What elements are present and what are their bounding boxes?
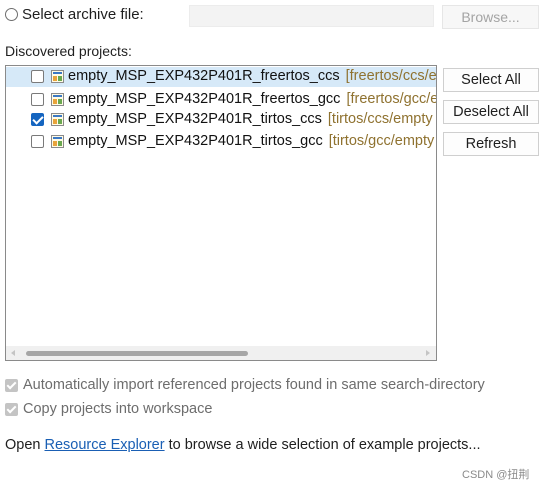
project-name: empty_MSP_EXP432P401R_tirtos_gcc — [68, 133, 323, 149]
list-item[interactable]: empty_MSP_EXP432P401R_tirtos_ccs [tirtos/… — [6, 110, 436, 130]
list-item[interactable]: empty_MSP_EXP432P401R_freertos_gcc [freer… — [6, 90, 437, 110]
project-path: [tirtos/gcc/empty — [328, 133, 435, 149]
project-checkbox[interactable] — [31, 70, 44, 83]
auto-import-label: Automatically import referenced projects… — [23, 377, 485, 393]
browse-button[interactable]: Browse... — [442, 5, 539, 29]
auto-import-checkbox[interactable] — [5, 379, 18, 392]
deselect-all-button[interactable]: Deselect All — [443, 100, 539, 124]
project-name: empty_MSP_EXP432P401R_freertos_gcc — [68, 91, 341, 107]
project-path: [freertos/gcc/e — [346, 91, 437, 107]
project-name: empty_MSP_EXP432P401R_freertos_ccs — [68, 68, 340, 84]
scroll-right-icon[interactable] — [426, 350, 430, 356]
resource-explorer-hint: Open Resource Explorer to browse a wide … — [5, 437, 481, 453]
watermark: CSDN @扭荆 — [462, 469, 530, 481]
select-archive-label: Select archive file: — [22, 6, 144, 23]
project-folder-icon — [51, 135, 64, 148]
project-path: [freertos/ccs/e — [345, 68, 437, 84]
project-folder-icon — [51, 113, 64, 126]
hint-suffix: to browse a wide selection of example pr… — [164, 437, 481, 453]
list-item[interactable]: empty_MSP_EXP432P401R_freertos_ccs [freer… — [6, 67, 437, 87]
project-path: [tirtos/ccs/empty — [327, 111, 433, 127]
project-name: empty_MSP_EXP432P401R_tirtos_ccs — [68, 111, 322, 127]
copy-projects-checkbox[interactable] — [5, 403, 18, 416]
select-archive-radio[interactable] — [5, 8, 18, 21]
list-item[interactable]: empty_MSP_EXP432P401R_tirtos_gcc [tirtos/… — [6, 132, 436, 152]
discovered-projects-label: Discovered projects: — [5, 43, 132, 59]
refresh-button[interactable]: Refresh — [443, 132, 539, 156]
project-checkbox[interactable] — [31, 113, 44, 126]
hint-prefix: Open — [5, 437, 45, 453]
scrollbar-thumb[interactable] — [26, 351, 248, 356]
horizontal-scrollbar[interactable] — [6, 346, 436, 360]
project-checkbox[interactable] — [31, 93, 44, 106]
scroll-left-icon[interactable] — [11, 350, 15, 356]
select-all-button[interactable]: Select All — [443, 68, 539, 92]
project-folder-icon — [51, 70, 64, 83]
resource-explorer-link[interactable]: Resource Explorer — [45, 437, 165, 453]
project-checkbox[interactable] — [31, 135, 44, 148]
copy-projects-label: Copy projects into workspace — [23, 401, 213, 417]
archive-file-input[interactable] — [189, 5, 434, 27]
project-folder-icon — [51, 93, 64, 106]
project-list[interactable]: empty_MSP_EXP432P401R_freertos_ccs [freer… — [5, 65, 437, 361]
